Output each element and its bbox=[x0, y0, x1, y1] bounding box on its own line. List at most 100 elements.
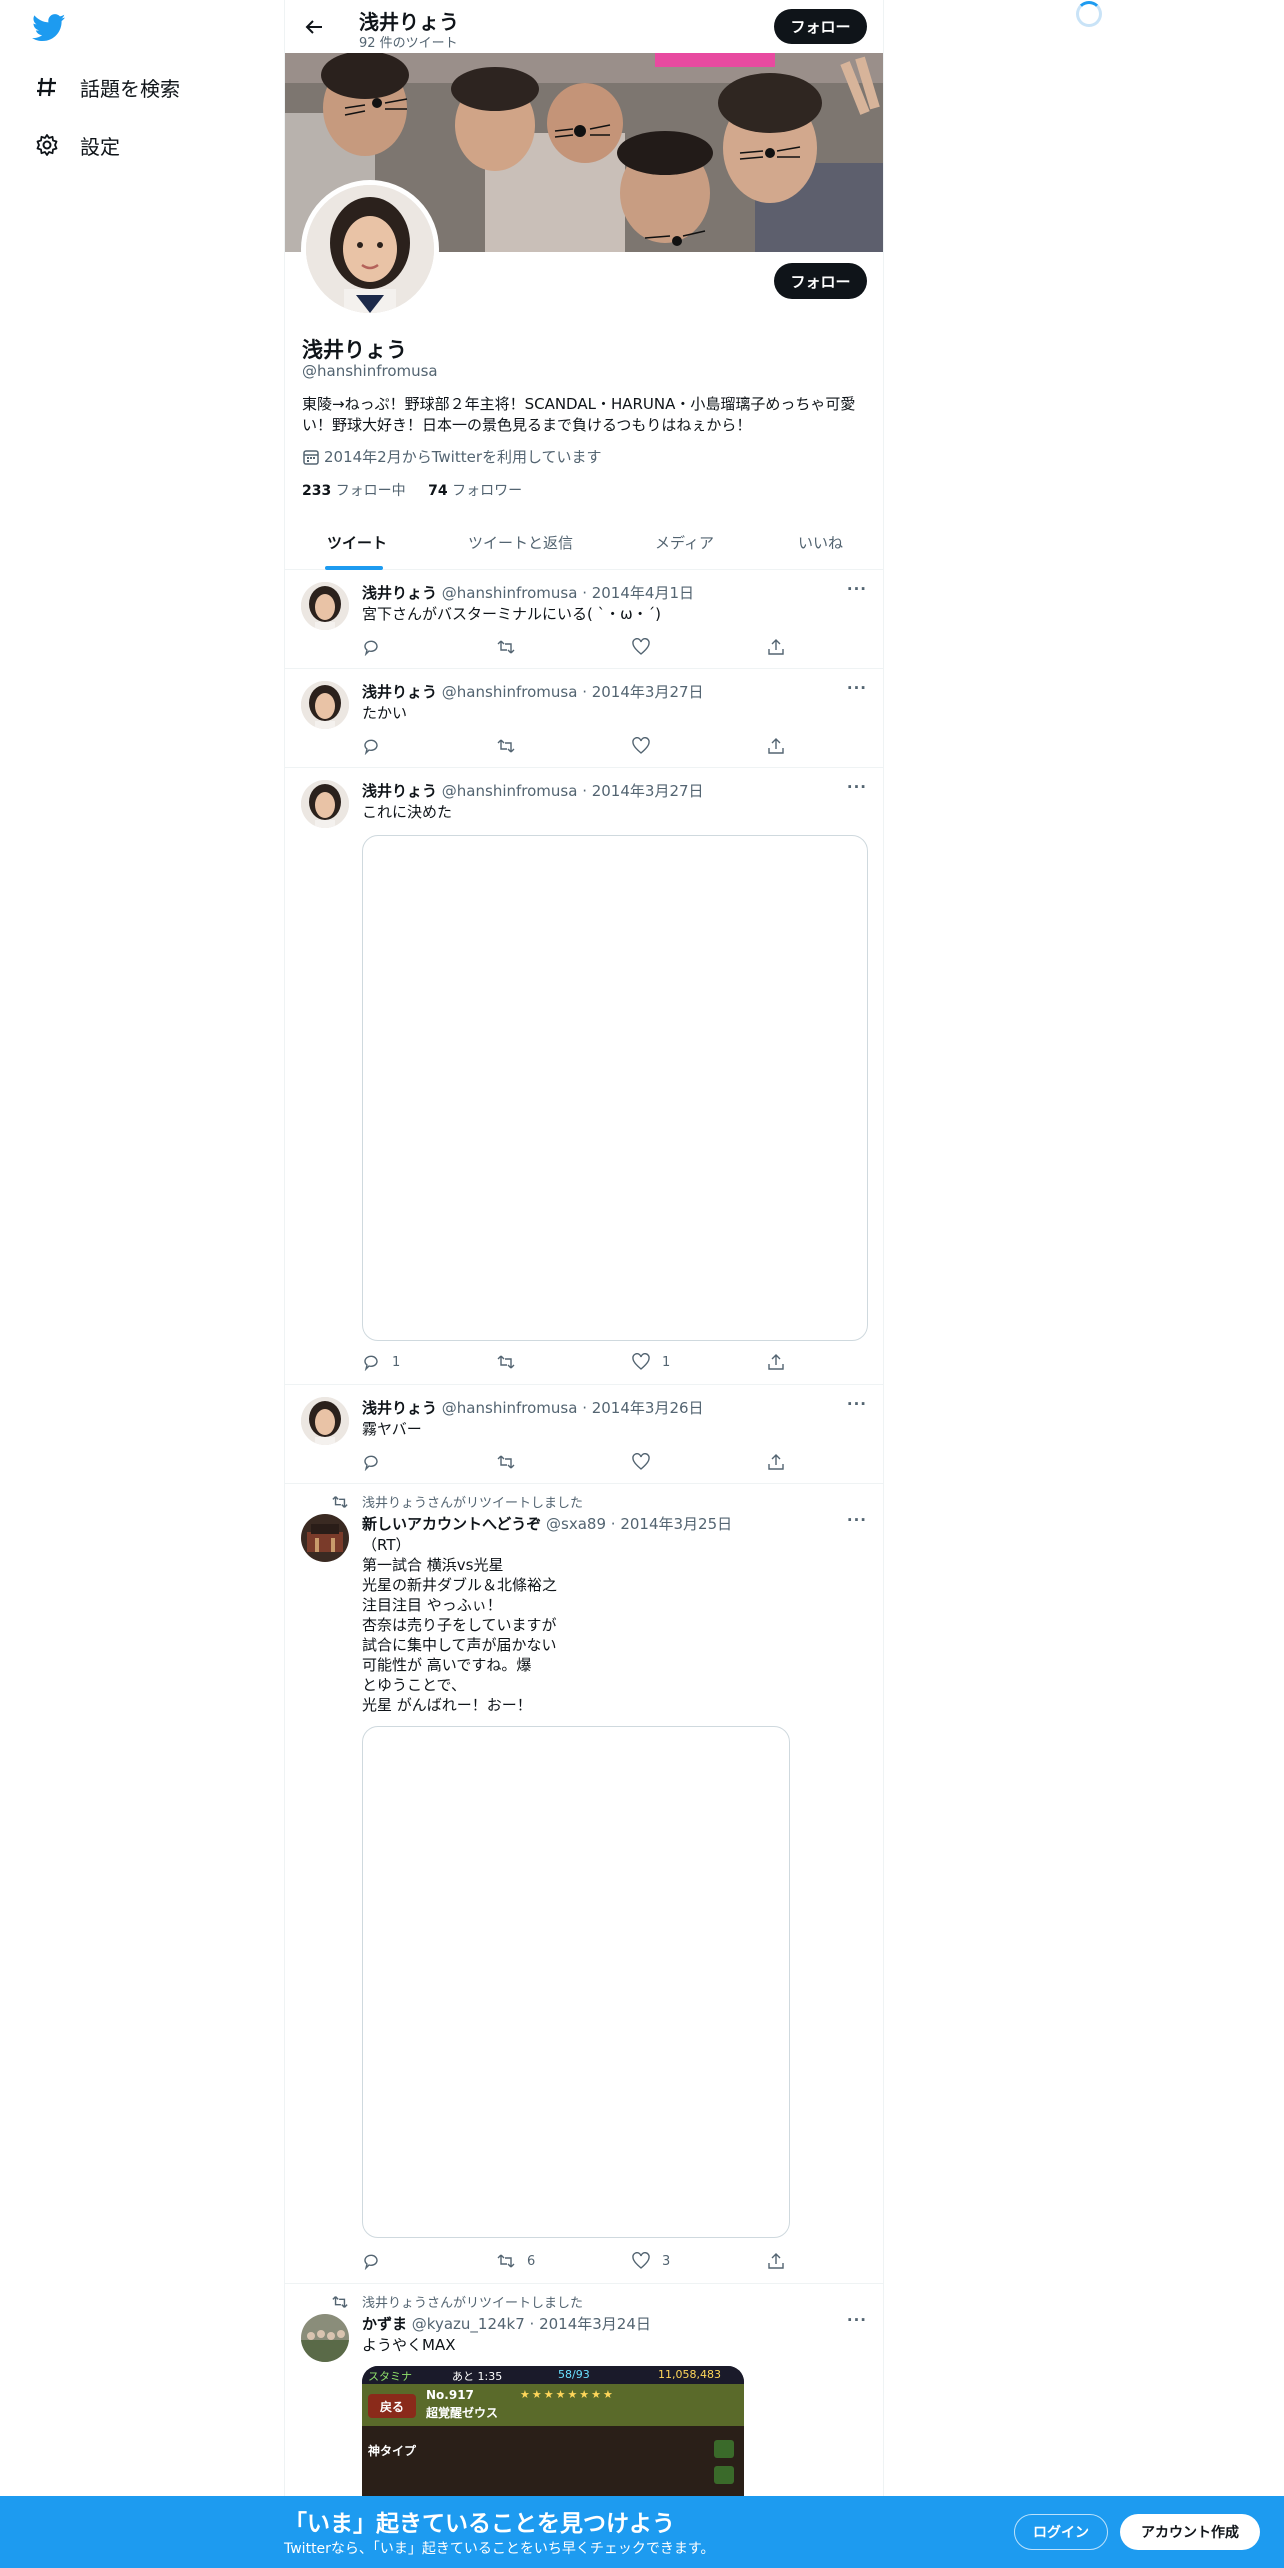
share-button[interactable] bbox=[767, 737, 785, 755]
game-rarity-stars: ★★★★★★★★ bbox=[520, 2388, 615, 2401]
game-stamina-value: 58/93 bbox=[558, 2368, 590, 2381]
following-link[interactable]: 233 フォロー中 bbox=[302, 483, 406, 499]
retweeted-by[interactable]: 浅井りょうさんがリツイートしました bbox=[332, 1492, 583, 1511]
retweet-icon bbox=[332, 1495, 348, 1508]
tweet-meta[interactable]: @kyazu_124k7 · 2014年3月24日 bbox=[412, 2315, 651, 2333]
tweet-text: 霧ヤバー bbox=[362, 1420, 422, 1438]
retweet-button[interactable] bbox=[497, 1353, 527, 1371]
following-label: フォロー中 bbox=[335, 483, 406, 499]
share-button[interactable] bbox=[767, 638, 785, 656]
profile-follow-button[interactable]: フォロー bbox=[774, 263, 867, 299]
tweet-author[interactable]: 新しいアカウントへどうぞ bbox=[362, 1515, 541, 1533]
tab-tweets-replies[interactable]: ツイートと返信 bbox=[468, 514, 573, 570]
tweet-author[interactable]: かずま bbox=[362, 2315, 407, 2333]
like-button[interactable]: 3 bbox=[632, 2252, 670, 2270]
followers-count: 74 bbox=[428, 483, 448, 499]
tweet[interactable]: 浅井りょう @hanshinfromusa · 2014年3月27日 ··· こ… bbox=[285, 768, 883, 1385]
tweet-media[interactable] bbox=[362, 1726, 790, 2238]
tweet[interactable]: 浅井りょう @hanshinfromusa · 2014年4月1日 ··· 宮下… bbox=[285, 570, 883, 669]
more-options-icon[interactable]: ··· bbox=[847, 1511, 867, 1529]
retweet-button[interactable] bbox=[497, 1453, 527, 1471]
retweet-button[interactable] bbox=[497, 638, 527, 656]
tweet-avatar[interactable] bbox=[301, 1397, 349, 1445]
more-options-icon[interactable]: ··· bbox=[847, 580, 867, 598]
tweet-actions: 6 3 bbox=[362, 2252, 785, 2272]
tweet-header: 浅井りょう @hanshinfromusa · 2014年3月27日 bbox=[362, 681, 704, 702]
reply-button[interactable] bbox=[362, 737, 392, 755]
signup-button[interactable]: アカウント作成 bbox=[1120, 2514, 1260, 2550]
like-button[interactable] bbox=[632, 638, 662, 656]
avatar-photo bbox=[301, 681, 349, 729]
sidebar-item-label: 設定 bbox=[80, 134, 120, 159]
sidebar-item-explore[interactable]: 話題を検索 bbox=[34, 67, 180, 107]
tweet-avatar[interactable] bbox=[301, 2314, 349, 2362]
retweet-icon bbox=[497, 2254, 515, 2268]
back-arrow-icon[interactable] bbox=[299, 12, 329, 42]
following-count: 233 bbox=[302, 483, 332, 499]
avatar-photo bbox=[301, 1514, 349, 1562]
like-button[interactable]: 1 bbox=[632, 1353, 670, 1371]
reply-button[interactable] bbox=[362, 1453, 392, 1471]
tweet-avatar[interactable] bbox=[301, 1514, 349, 1562]
login-button[interactable]: ログイン bbox=[1014, 2514, 1108, 2550]
share-button[interactable] bbox=[767, 2252, 785, 2270]
hashtag-icon bbox=[34, 74, 60, 100]
reply-button[interactable] bbox=[362, 638, 392, 656]
retweeted-by[interactable]: 浅井りょうさんがリツイートしました bbox=[332, 2292, 584, 2311]
share-button[interactable] bbox=[767, 1453, 785, 1471]
tweet-media[interactable] bbox=[362, 835, 868, 1341]
tweet-author[interactable]: 浅井りょう bbox=[362, 1399, 437, 1417]
tab-likes[interactable]: いいね bbox=[798, 514, 843, 570]
share-button[interactable] bbox=[767, 1353, 785, 1371]
twitter-logo-icon[interactable] bbox=[32, 14, 66, 42]
profile-column: 浅井りょう 92 件のツイート フォロー フォロー 浅井りょう @hanshin… bbox=[284, 0, 884, 2568]
tweet-header: 新しいアカウントへどうぞ @sxa89 · 2014年3月25日 bbox=[362, 1513, 732, 1534]
reply-icon bbox=[364, 739, 378, 755]
game-title-bar: 戻る No.917 超覚醒ゼウス ★★★★★★★★ bbox=[362, 2384, 744, 2426]
more-options-icon[interactable]: ··· bbox=[847, 679, 867, 697]
game-element-icon bbox=[714, 2440, 734, 2458]
like-count: 1 bbox=[662, 1354, 671, 1370]
followers-link[interactable]: 74 フォロワー bbox=[428, 483, 522, 499]
follow-stats: 233 フォロー中 74 フォロワー bbox=[302, 480, 522, 500]
tab-media[interactable]: メディア bbox=[655, 514, 714, 570]
tweet[interactable]: 浅井りょう @hanshinfromusa · 2014年3月27日 ··· た… bbox=[285, 669, 883, 768]
tweet[interactable]: 浅井りょうさんがリツイートしました 新しいアカウントへどうぞ @sxa89 · … bbox=[285, 1484, 883, 2284]
tweet-meta[interactable]: @hanshinfromusa · 2014年3月27日 bbox=[442, 683, 704, 701]
tweet-header: 浅井りょう @hanshinfromusa · 2014年3月27日 bbox=[362, 780, 704, 801]
tweet-avatar[interactable] bbox=[301, 582, 349, 630]
sidebar-item-settings[interactable]: 設定 bbox=[34, 125, 120, 165]
tweet-author[interactable]: 浅井りょう bbox=[362, 683, 437, 701]
tweet-author[interactable]: 浅井りょう bbox=[362, 782, 437, 800]
tweet-actions bbox=[362, 737, 785, 757]
tweet-header: かずま @kyazu_124k7 · 2014年3月24日 bbox=[362, 2313, 651, 2334]
tweet-author[interactable]: 浅井りょう bbox=[362, 584, 437, 602]
game-card-type: 神タイプ bbox=[368, 2444, 417, 2458]
more-options-icon[interactable]: ··· bbox=[847, 1395, 867, 1413]
tweet-meta[interactable]: @hanshinfromusa · 2014年3月27日 bbox=[442, 782, 704, 800]
tweet[interactable]: 浅井りょう @hanshinfromusa · 2014年3月26日 ··· 霧… bbox=[285, 1385, 883, 1484]
more-options-icon[interactable]: ··· bbox=[847, 778, 867, 796]
retweet-button[interactable] bbox=[497, 737, 527, 755]
retweeted-by-text: 浅井りょうさんがリツイートしました bbox=[362, 2296, 584, 2311]
tab-tweets[interactable]: ツイート bbox=[327, 514, 387, 570]
share-icon bbox=[768, 2253, 784, 2269]
like-button[interactable] bbox=[632, 737, 662, 755]
profile-avatar[interactable] bbox=[301, 180, 439, 318]
reply-button[interactable]: 1 bbox=[362, 1353, 400, 1371]
like-button[interactable] bbox=[632, 1453, 662, 1471]
retweet-button[interactable]: 6 bbox=[497, 2252, 535, 2270]
tweet-avatar[interactable] bbox=[301, 780, 349, 828]
avatar-photo bbox=[301, 780, 349, 828]
tweet-meta[interactable]: @hanshinfromusa · 2014年4月1日 bbox=[442, 584, 694, 602]
tweet-meta[interactable]: @sxa89 · 2014年3月25日 bbox=[546, 1515, 732, 1533]
header-follow-button[interactable]: フォロー bbox=[774, 9, 867, 44]
game-coins: 11,058,483 bbox=[658, 2368, 721, 2381]
reply-button[interactable] bbox=[362, 2252, 392, 2270]
retweet-count: 6 bbox=[527, 2253, 536, 2269]
tweet-meta[interactable]: @hanshinfromusa · 2014年3月26日 bbox=[442, 1399, 704, 1417]
tweet-actions: 1 1 bbox=[362, 1353, 785, 1373]
more-options-icon[interactable]: ··· bbox=[847, 2311, 867, 2329]
share-icon bbox=[768, 738, 784, 754]
tweet-avatar[interactable] bbox=[301, 681, 349, 729]
